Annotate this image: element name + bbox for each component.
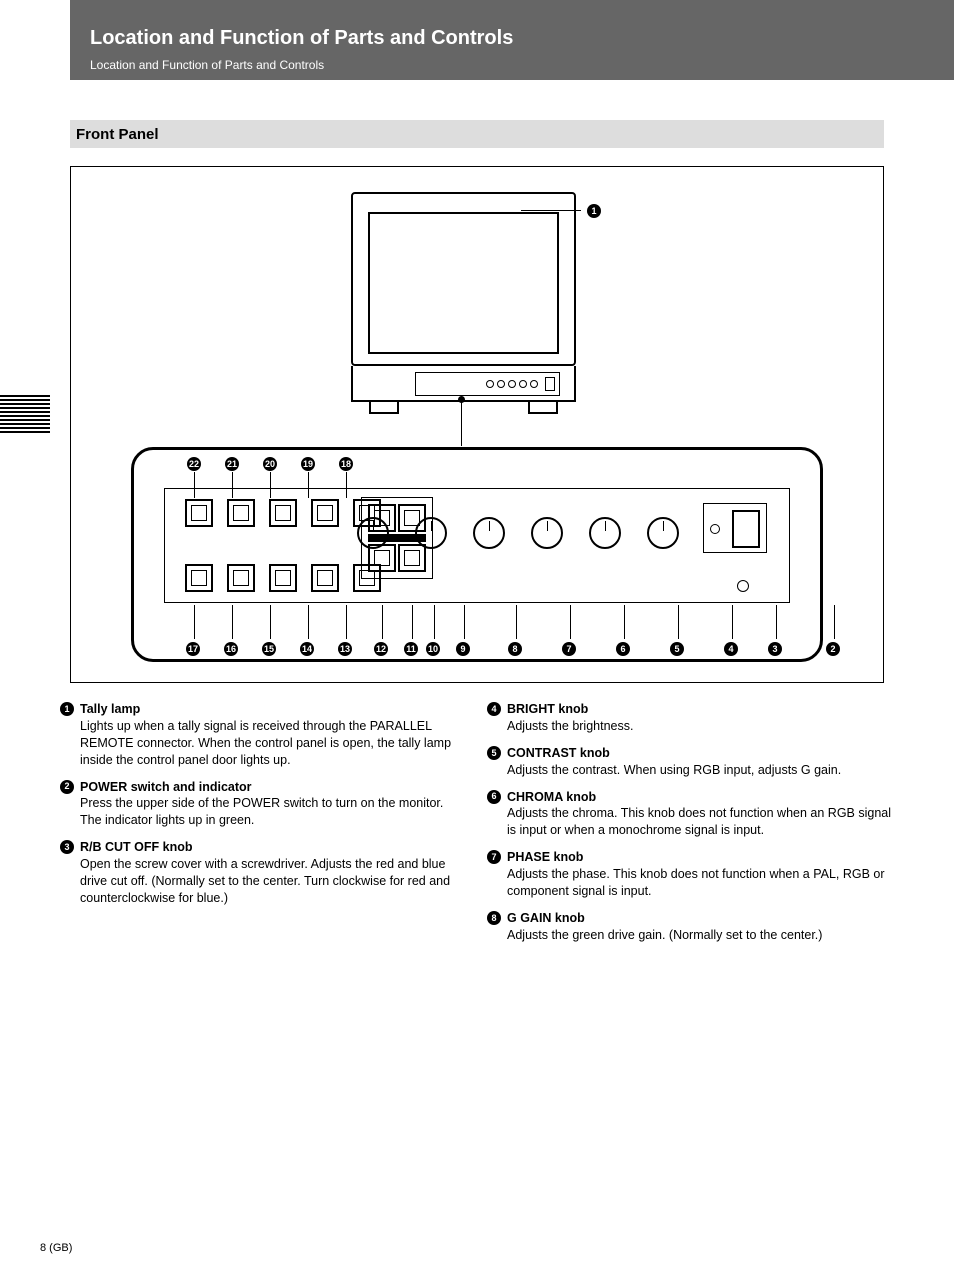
callout-1: 1 — [581, 203, 601, 218]
desc-body: Press the upper side of the POWER switch… — [80, 796, 443, 827]
desc-title: CHROMA knob — [507, 790, 596, 804]
desc-title: POWER switch and indicator — [80, 780, 252, 794]
desc-title: G GAIN knob — [507, 911, 585, 925]
desc-body: Adjusts the green drive gain. (Normally … — [507, 928, 822, 942]
page-number: 8 (GB) — [40, 1242, 72, 1254]
desc-body: Adjusts the chroma. This knob does not f… — [507, 806, 891, 837]
enlarged-panel: 22 21 20 19 18 — [131, 447, 823, 662]
section-heading: Front Panel — [70, 120, 884, 148]
descriptions-left: 1 Tally lampLights up when a tally signa… — [60, 701, 467, 954]
control-panel-outline — [164, 488, 790, 603]
desc-body: Adjusts the phase. This knob does not fu… — [507, 867, 885, 898]
descriptions-right: 4 BRIGHT knobAdjusts the brightness. 5 C… — [487, 701, 894, 954]
desc-body: Lights up when a tally signal is receive… — [80, 719, 451, 767]
desc-title: R/B CUT OFF knob — [80, 840, 193, 854]
desc-item-1: 1 Tally lampLights up when a tally signa… — [60, 701, 467, 769]
page-subtitle: Location and Function of Parts and Contr… — [90, 58, 324, 72]
thumb-tab — [0, 395, 50, 433]
desc-item-8: 8 G GAIN knobAdjusts the green drive gai… — [487, 910, 894, 944]
desc-item-7: 7 PHASE knobAdjusts the phase. This knob… — [487, 849, 894, 900]
power-block — [703, 503, 767, 553]
desc-item-4: 4 BRIGHT knobAdjusts the brightness. — [487, 701, 894, 735]
desc-title: BRIGHT knob — [507, 702, 588, 716]
desc-item-6: 6 CHROMA knobAdjusts the chroma. This kn… — [487, 789, 894, 840]
desc-body: Open the screw cover with a screwdriver.… — [80, 857, 450, 905]
desc-item-3: 3 R/B CUT OFF knobOpen the screw cover w… — [60, 839, 467, 907]
desc-body: Adjusts the brightness. — [507, 719, 633, 733]
connector-line — [461, 401, 462, 446]
page-title: Location and Function of Parts and Contr… — [90, 27, 513, 50]
desc-body: Adjusts the contrast. When using RGB inp… — [507, 763, 841, 777]
front-panel-figure: 1 22 21 20 19 18 — [70, 166, 884, 683]
callouts-top: 22 21 20 19 18 — [182, 456, 358, 471]
desc-title: Tally lamp — [80, 702, 140, 716]
monitor-illustration — [351, 192, 576, 414]
callouts-bottom: 17 16 15 14 13 12 11 10 9 8 7 6 5 4 3 2 — [186, 641, 840, 656]
desc-title: CONTRAST knob — [507, 746, 610, 760]
desc-title: PHASE knob — [507, 850, 583, 864]
page-header: Location and Function of Parts and Contr… — [70, 0, 954, 80]
desc-item-2: 2 POWER switch and indicatorPress the up… — [60, 779, 467, 830]
desc-item-5: 5 CONTRAST knobAdjusts the contrast. Whe… — [487, 745, 894, 779]
